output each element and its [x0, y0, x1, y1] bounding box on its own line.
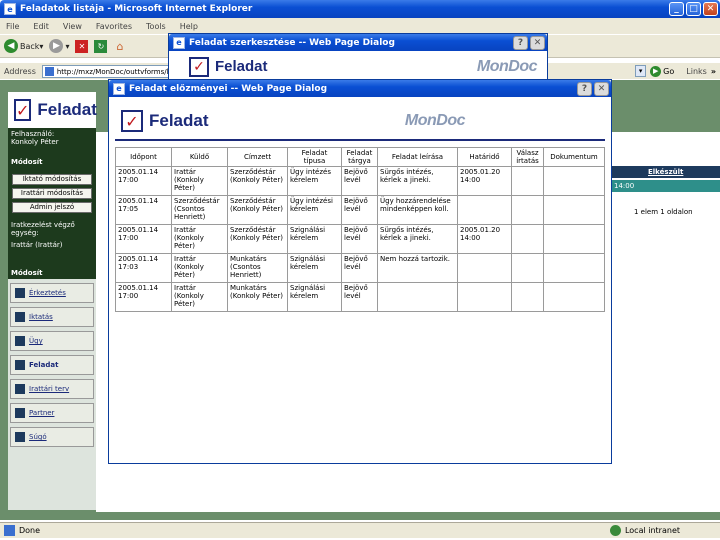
dialog-edit-help-button[interactable]: ? [513, 35, 528, 50]
history-table-header: Időpont Küldő Címzett Feladat típusa Fel… [115, 147, 605, 167]
forward-arrow-icon: ▶ [49, 39, 64, 53]
col-valasz: Válasz írtatás [511, 147, 544, 167]
refresh-button[interactable]: ↻ [94, 39, 108, 53]
menu-edit[interactable]: Edit [33, 22, 49, 31]
user-label: Felhasználó: [11, 130, 55, 138]
menu-tools[interactable]: Tools [146, 22, 166, 31]
chevron-right-icon[interactable]: » [711, 67, 716, 76]
dialog-icon: e [113, 82, 125, 95]
dialog-edit-logo: ✓ Feladat [179, 56, 268, 77]
minimize-button[interactable]: _ [669, 2, 684, 16]
help-icon [15, 432, 25, 442]
close-button[interactable]: ✕ [703, 2, 718, 16]
dialog-history-help-button[interactable]: ? [577, 81, 592, 96]
status-bar: Done Local intranet [0, 522, 720, 538]
col-cimzett: Címzett [227, 147, 288, 167]
mondoc-brand: MonDoc [476, 57, 538, 75]
nav-erkeztetes[interactable]: Érkeztetés [10, 283, 94, 303]
table-row: 2005.01.14 17:03 Irattár (Konkoly Péter)… [115, 253, 605, 283]
table-row: 2005.01.14 17:00 Irattár (Konkoly Péter)… [115, 282, 605, 312]
dialog-history-titlebar: e Feladat előzményei -- Web Page Dialog … [109, 80, 611, 97]
table-row-selected[interactable]: 14:00 [612, 180, 720, 192]
menu-favorites[interactable]: Favorites [96, 22, 132, 31]
links-label[interactable]: Links [686, 67, 707, 76]
inbox-icon [15, 288, 25, 298]
address-dropdown-button[interactable]: ▾ [635, 65, 647, 77]
pager-text: 1 elem 1 oldalon [634, 208, 693, 216]
book-icon [15, 312, 25, 322]
mondoc-brand: MonDoc [404, 112, 466, 129]
zone-text: Local intranet [624, 526, 680, 535]
nav-sugo[interactable]: Súgó [10, 427, 94, 447]
address-input[interactable]: http://mxz/MonDoc/outtvforms/lis [41, 64, 177, 78]
home-button[interactable]: ⌂ [113, 40, 126, 53]
checkmark-logo-icon: ✓ [121, 110, 143, 132]
col-kuldo: Küldő [171, 147, 228, 167]
dialog-history-header: ✓ Feladat MonDoc [115, 103, 605, 141]
status-text: Done [19, 526, 41, 535]
task-icon [15, 360, 25, 370]
nav-partner[interactable]: Partner [10, 403, 94, 423]
dialog-edit-titlebar: e Feladat szerkesztése -- Web Page Dialo… [169, 34, 547, 51]
col-dokumentum: Dokumentum [543, 147, 605, 167]
user-info: Felhasználó: Konkoly Péter [8, 128, 96, 156]
dialog-edit: e Feladat szerkesztése -- Web Page Dialo… [168, 33, 548, 83]
plan-icon [15, 384, 25, 394]
menu-view[interactable]: View [63, 22, 82, 31]
menu-file[interactable]: File [6, 22, 19, 31]
dialog-history-close-button[interactable]: ✕ [594, 81, 609, 96]
section-modosit: Módosít [8, 156, 96, 172]
iktato-modositas-button[interactable]: Iktató módosítás [12, 174, 92, 185]
table-row: 2005.01.14 17:00 Irattár (Konkoly Péter)… [115, 166, 605, 196]
user-name: Konkoly Péter [11, 138, 59, 146]
history-table: Időpont Küldő Címzett Feladat típusa Fel… [115, 147, 605, 312]
sidebar: ✓ Feladat Felhasználó: Konkoly Péter Mód… [8, 92, 97, 510]
col-feladat-tipusa: Feladat típusa [287, 147, 342, 167]
admin-jelszo-button[interactable]: Admin jelszó [12, 202, 92, 213]
irattari-modositas-button[interactable]: Irattári módosítás [12, 188, 92, 199]
app-logo: ✓ Feladat [8, 92, 97, 128]
menu-help[interactable]: Help [180, 22, 198, 31]
browser-titlebar: e Feladatok listája - Microsoft Internet… [0, 0, 720, 18]
col-feladat-leirasa: Feladat leírása [377, 147, 458, 167]
nav-iktatas[interactable]: Iktatás [10, 307, 94, 327]
browser-title: Feladatok listája - Microsoft Internet E… [20, 4, 253, 14]
dialog-icon: e [173, 36, 185, 49]
intranet-icon [609, 525, 621, 536]
stop-icon: ✕ [75, 39, 89, 53]
refresh-icon: ↻ [94, 39, 108, 53]
go-arrow-icon: ▶ [650, 65, 662, 77]
table-row: 2005.01.14 17:00 Irattár (Konkoly Péter)… [115, 224, 605, 254]
stop-button[interactable]: ✕ [75, 39, 89, 53]
page-icon [44, 66, 54, 76]
ie-icon: e [4, 3, 16, 15]
col-idopont: Időpont [115, 147, 172, 167]
dialog-history: e Feladat előzményei -- Web Page Dialog … [108, 79, 612, 464]
checkmark-logo-icon: ✓ [14, 99, 32, 121]
back-arrow-icon: ◀ [4, 39, 18, 53]
page-done-icon [4, 525, 15, 536]
nav-irattari-terv[interactable]: Irattári terv [10, 379, 94, 399]
col-hatarido: Határidő [457, 147, 512, 167]
forward-button[interactable]: ▶ ▾ [49, 39, 69, 53]
checkmark-logo-icon: ✓ [189, 56, 209, 77]
home-icon: ⌂ [116, 39, 124, 53]
column-elkeszult[interactable]: Elkészült [612, 166, 720, 178]
address-label: Address [4, 66, 36, 76]
nav-feladat[interactable]: Feladat [10, 355, 94, 375]
go-button[interactable]: ▶ Go [650, 65, 674, 77]
iratkezeles-info: Iratkezelést végző egység: Irattár (Irat… [8, 217, 96, 267]
dialog-edit-close-button[interactable]: ✕ [530, 35, 545, 50]
nav-ugy[interactable]: Ügy [10, 331, 94, 351]
section-modosit-2: Módosít [8, 267, 96, 279]
partner-icon [15, 408, 25, 418]
folder-icon [15, 336, 25, 346]
maximize-button[interactable]: □ [686, 2, 701, 16]
back-button[interactable]: ◀ Back ▾ [4, 39, 43, 53]
table-row: 2005.01.14 17:05 Szerződéstár (Csontos H… [115, 195, 605, 225]
menu-bar: File Edit View Favorites Tools Help [0, 18, 720, 34]
dialog-history-logo: ✓ Feladat [115, 110, 209, 132]
col-feladat-targya: Feladat tárgya [341, 147, 378, 167]
